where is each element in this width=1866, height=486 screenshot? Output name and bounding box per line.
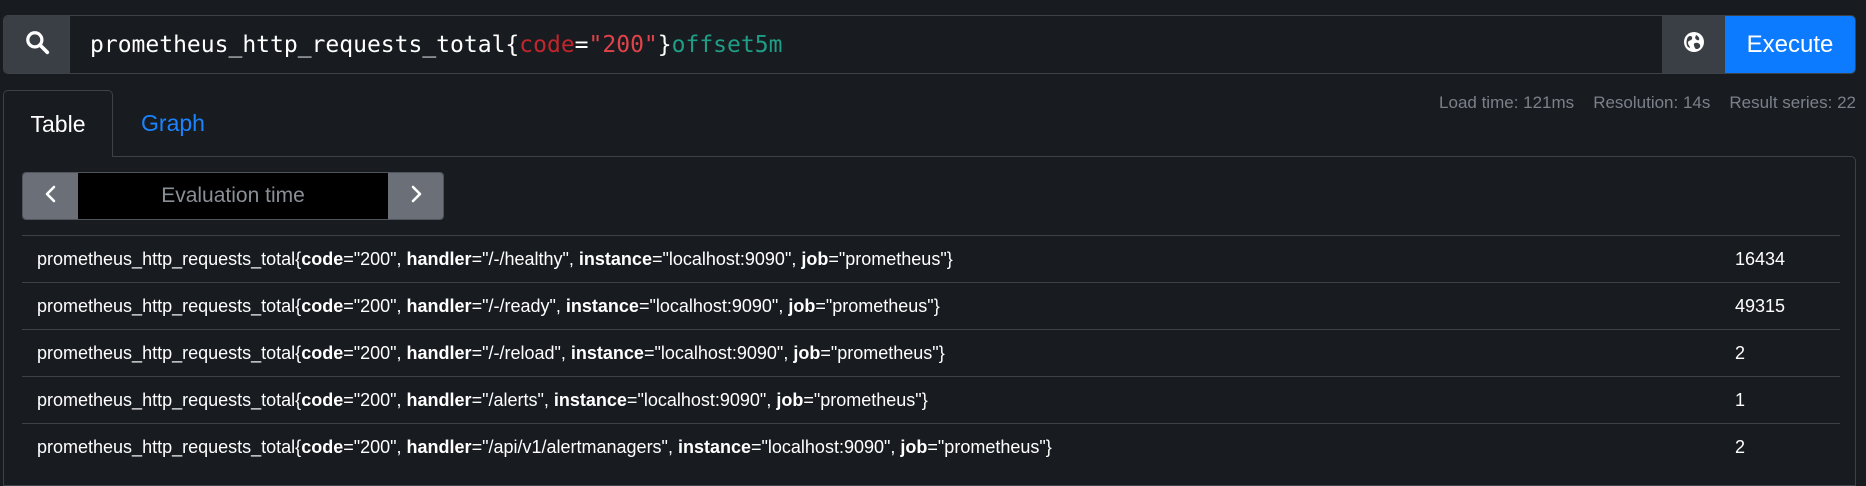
label-value: "localhost:9090" (637, 389, 767, 410)
table-row: prometheus_http_requests_total{code="200… (22, 376, 1840, 423)
series-value: 2 (1735, 436, 1746, 457)
query-label-value: "200" (588, 31, 658, 58)
next-time-button[interactable] (388, 173, 443, 219)
label-value: "prometheus" (937, 436, 1046, 457)
query-offset-value: 5m (754, 31, 783, 58)
query-bar: prometheus_http_requests_total{code = "200… (3, 15, 1856, 74)
series-name: prometheus_http_requests_total (37, 342, 296, 363)
label-key: job (788, 295, 816, 316)
table-row: prometheus_http_requests_total{code="200… (22, 235, 1840, 282)
load-time: Load time: 121ms (1439, 93, 1575, 112)
label-key: instance (677, 436, 751, 457)
query-close-brace: } (657, 31, 672, 58)
label-value: "localhost:9090" (649, 295, 779, 316)
execute-button[interactable]: Execute (1725, 16, 1855, 73)
label-key: handler (406, 436, 472, 457)
resolution: Resolution: 14s (1593, 93, 1711, 112)
label-key: handler (406, 295, 472, 316)
label-value: "/-/reload" (482, 342, 561, 363)
label-value: "200" (353, 389, 397, 410)
metrics-explorer-button[interactable] (1662, 16, 1725, 73)
label-value: "prometheus" (825, 295, 934, 316)
label-key: handler (406, 389, 472, 410)
search-icon (24, 29, 50, 60)
query-stats: Load time: 121ms Resolution: 14s Result … (1439, 93, 1856, 113)
table-panel: Evaluation time prometheus_http_requests… (3, 156, 1856, 486)
series-metric: prometheus_http_requests_total{code="200… (37, 436, 1052, 457)
label-key: instance (578, 248, 652, 269)
search-icon-box (4, 16, 70, 73)
query-input[interactable]: prometheus_http_requests_total{code = "200… (70, 16, 1662, 73)
label-key: instance (553, 389, 627, 410)
label-key: instance (570, 342, 644, 363)
chevron-right-icon (408, 184, 424, 209)
label-key: job (793, 342, 821, 363)
series-metric: prometheus_http_requests_total{code="200… (37, 389, 928, 410)
query-open-brace: { (505, 31, 520, 58)
label-value: "localhost:9090" (761, 436, 891, 457)
label-value: "/alerts" (482, 389, 544, 410)
query-label-name: code (519, 31, 575, 58)
label-value: "prometheus" (813, 389, 922, 410)
label-key: handler (406, 248, 472, 269)
table-row: prometheus_http_requests_total{code="200… (22, 329, 1840, 376)
series-metric: prometheus_http_requests_total{code="200… (37, 342, 945, 363)
label-key: handler (406, 342, 472, 363)
series-value: 1 (1735, 389, 1746, 410)
tab-table[interactable]: Table (3, 90, 113, 157)
prev-time-button[interactable] (23, 173, 78, 219)
label-key: code (301, 342, 344, 363)
label-key: job (776, 389, 804, 410)
query-metric: prometheus_http_requests_total (90, 31, 506, 58)
evaluation-time-control: Evaluation time (22, 172, 444, 220)
label-value: "/-/ready" (482, 295, 556, 316)
series-name: prometheus_http_requests_total (37, 389, 296, 410)
label-value: "prometheus" (830, 342, 939, 363)
label-key: instance (565, 295, 639, 316)
label-key: code (301, 295, 344, 316)
label-key: code (301, 248, 344, 269)
series-name: prometheus_http_requests_total (37, 295, 296, 316)
label-value: "200" (353, 436, 397, 457)
label-key: job (801, 248, 829, 269)
label-value: "200" (353, 342, 397, 363)
label-value: "200" (353, 295, 397, 316)
table-row: prometheus_http_requests_total{code="200… (22, 423, 1840, 470)
evaluation-time-input[interactable]: Evaluation time (78, 173, 388, 219)
series-name: prometheus_http_requests_total (37, 436, 296, 457)
series-metric: prometheus_http_requests_total{code="200… (37, 248, 953, 269)
label-key: job (900, 436, 928, 457)
query-equals: = (574, 31, 589, 58)
label-value: "/api/v1/alertmanagers" (482, 436, 668, 457)
label-key: code (301, 436, 344, 457)
globe-icon (1682, 30, 1706, 59)
label-value: "/-/healthy" (482, 248, 569, 269)
label-key: code (301, 389, 344, 410)
result-series: Result series: 22 (1729, 93, 1856, 112)
label-value: "200" (353, 248, 397, 269)
label-value: "localhost:9090" (662, 248, 792, 269)
series-metric: prometheus_http_requests_total{code="200… (37, 295, 940, 316)
series-value: 2 (1735, 342, 1746, 363)
series-name: prometheus_http_requests_total (37, 248, 296, 269)
series-value: 16434 (1735, 248, 1786, 269)
table-row: prometheus_http_requests_total{code="200… (22, 282, 1840, 329)
results-table: prometheus_http_requests_total{code="200… (22, 235, 1840, 470)
tab-graph[interactable]: Graph (113, 90, 233, 157)
query-offset-keyword: offset (671, 31, 755, 58)
series-value: 49315 (1735, 295, 1786, 316)
label-value: "prometheus" (838, 248, 947, 269)
chevron-left-icon (43, 184, 59, 209)
label-value: "localhost:9090" (654, 342, 784, 363)
